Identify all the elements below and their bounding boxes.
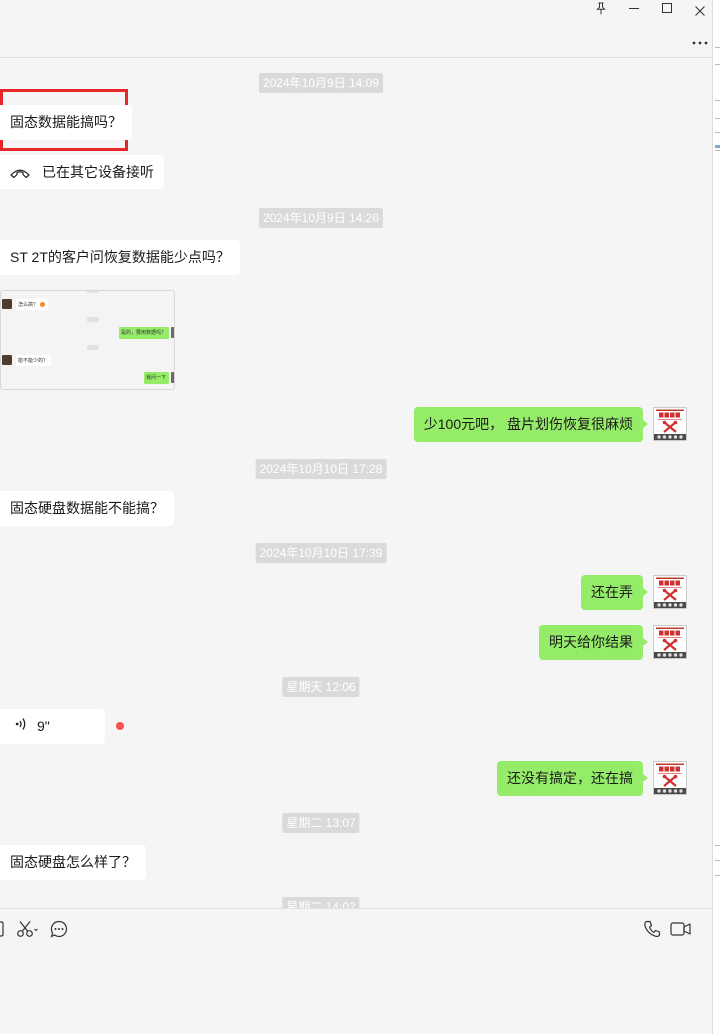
mini-bubble-text: 我问一下 — [146, 374, 166, 381]
message-text: 还没有搞定，还在搞 — [507, 770, 633, 786]
folder-icon[interactable] — [0, 920, 4, 943]
call-record-bubble[interactable]: 已在其它设备接听 — [0, 155, 164, 189]
edge-mark — [715, 100, 720, 101]
voice-duration: 9" — [37, 718, 50, 734]
message-bubble[interactable]: 还在弄 — [581, 575, 648, 610]
edge-mark — [715, 118, 720, 119]
edge-mark — [715, 145, 720, 148]
mini-timestamp — [87, 317, 99, 322]
mini-bubble: 我问一下 — [144, 372, 169, 384]
mini-bubble: 能不能少的？ — [16, 355, 51, 366]
data-recovery-logo — [653, 761, 687, 795]
mini-avatar — [2, 355, 12, 365]
minimize-icon[interactable] — [629, 8, 639, 9]
mini-avatar — [171, 327, 174, 338]
self-avatar[interactable] — [653, 761, 687, 795]
more-options-icon[interactable] — [692, 32, 708, 50]
message-text: 固态数据能搞吗？ — [10, 114, 122, 130]
unread-dot — [116, 722, 124, 730]
mini-bubble-text: 是的，要用数据吗？ — [121, 329, 166, 336]
message-bubble[interactable]: 还没有搞定，还在搞 — [497, 761, 648, 796]
message-text: ST 2T的客户问恢复数据能少点吗？ — [10, 249, 230, 265]
maximize-icon[interactable] — [662, 3, 672, 13]
message-bubble[interactable]: ST 2T的客户问恢复数据能少点吗？ — [0, 240, 240, 275]
edge-mark — [715, 150, 720, 151]
voice-call-icon[interactable] — [643, 920, 661, 943]
message-text: 固态硬盘怎么样了？ — [10, 854, 136, 870]
timestamp: 2024年10月9日 14:26 — [258, 208, 384, 228]
self-avatar[interactable] — [653, 625, 687, 659]
title-bar — [0, 0, 712, 57]
mini-bubble-text: 怎么搞？ — [18, 301, 38, 308]
timestamp: 2024年10月10日 17:39 — [255, 543, 387, 563]
message-list[interactable]: 2024年10月9日 14:09 固态数据能搞吗？ 已在其它设备接听 2024年… — [0, 58, 712, 908]
edge-mark — [715, 47, 720, 48]
edge-mark — [715, 64, 720, 65]
scissors-icon[interactable] — [16, 920, 40, 943]
mini-bubble-text: 能不能少的？ — [18, 357, 48, 364]
voice-message-bubble[interactable]: 9" — [0, 709, 105, 744]
video-call-icon[interactable] — [670, 920, 692, 943]
image-message-thumbnail[interactable]: 怎么搞？ 是的，要用数据吗？ 能不能少的？ 我问一下 — [0, 290, 175, 390]
timestamp: 2024年10月9日 14:09 — [258, 73, 384, 93]
pin-icon[interactable] — [595, 2, 607, 20]
data-recovery-logo — [653, 407, 687, 441]
mini-timestamp — [87, 291, 99, 293]
edge-mark — [715, 132, 720, 133]
mini-timestamp — [87, 345, 99, 350]
message-text: 明天给你结果 — [549, 634, 633, 650]
self-avatar[interactable] — [653, 407, 687, 441]
input-area[interactable] — [0, 909, 712, 1034]
mini-avatar — [171, 372, 174, 383]
message-bubble[interactable]: 明天给你结果 — [539, 625, 648, 660]
message-text: 还在弄 — [591, 584, 633, 600]
message-bubble[interactable]: 固态硬盘怎么样了？ — [0, 845, 146, 880]
edge-mark — [715, 845, 720, 846]
close-icon[interactable] — [695, 3, 705, 21]
hang-up-icon — [10, 156, 30, 190]
timestamp: 星期二 14:02 — [282, 897, 360, 908]
mini-bubble: 怎么搞？ — [16, 299, 48, 310]
message-bubble[interactable]: 少100元吧， 盘片划伤恢复很麻烦 — [413, 407, 649, 442]
mini-avatar — [2, 299, 12, 309]
timestamp: 星期天 12:06 — [282, 677, 360, 697]
timestamp: 星期二 13:07 — [282, 813, 360, 833]
mini-bubble: 是的，要用数据吗？ — [119, 327, 169, 339]
call-status-text: 已在其它设备接听 — [42, 164, 154, 180]
background-window-edge — [712, 0, 720, 1034]
angry-emoji-icon — [40, 302, 45, 307]
data-recovery-logo — [653, 625, 687, 659]
voice-wave-icon — [15, 710, 27, 745]
edge-mark — [715, 875, 720, 876]
edge-mark — [715, 860, 720, 861]
message-text: 少100元吧， 盘片划伤恢复很麻烦 — [423, 416, 633, 432]
data-recovery-logo — [653, 575, 687, 609]
timestamp: 2024年10月10日 17:28 — [255, 459, 387, 479]
message-bubble[interactable]: 固态数据能搞吗？ — [0, 105, 132, 140]
self-avatar[interactable] — [653, 575, 687, 609]
message-bubble[interactable]: 固态硬盘数据能不能搞？ — [0, 491, 174, 526]
message-text: 固态硬盘数据能不能搞？ — [10, 500, 164, 516]
chat-history-icon[interactable] — [50, 920, 68, 943]
